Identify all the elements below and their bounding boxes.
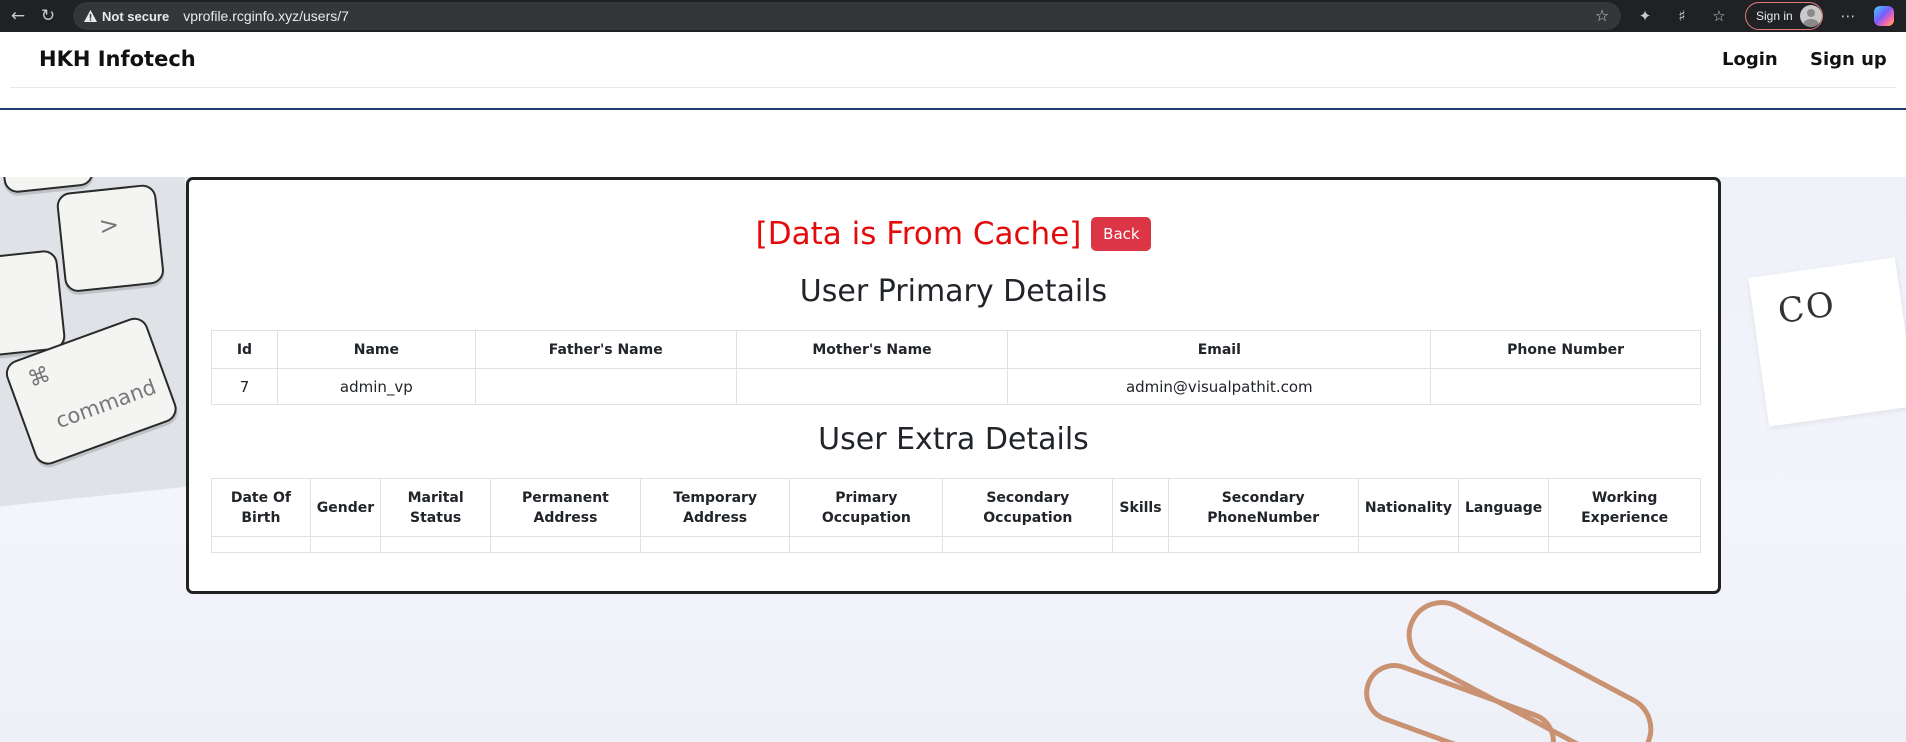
table-cell xyxy=(211,536,311,553)
url-text[interactable]: vprofile.rcginfo.xyz/users/7 xyxy=(183,8,349,24)
security-label[interactable]: Not secure xyxy=(102,9,169,24)
table-cell xyxy=(490,536,641,553)
col-header: Name xyxy=(276,330,476,369)
more-menu-icon[interactable]: ⋯ xyxy=(1837,5,1859,27)
profile-avatar-icon xyxy=(1799,5,1822,27)
col-header: Skills xyxy=(1112,478,1169,537)
table-cell xyxy=(1430,368,1701,405)
col-header: Language xyxy=(1457,478,1550,537)
primary-details-table: Id Name Father's Name Mother's Name Emai… xyxy=(211,330,1701,405)
login-link[interactable]: Login xyxy=(1722,49,1778,70)
navbar-divider xyxy=(10,87,1896,88)
keyboard-image: > < ⌘ command xyxy=(0,177,217,509)
extra-details-table: Date Of Birth Gender Marital Status Perm… xyxy=(211,478,1701,553)
col-header: Marital Status xyxy=(380,478,492,537)
back-button[interactable]: Back xyxy=(1091,217,1152,251)
back-arrow-icon[interactable]: ← xyxy=(6,4,30,28)
col-header: Mother's Name xyxy=(735,330,1009,369)
primary-details-title: User Primary Details xyxy=(799,274,1108,309)
col-header: Gender xyxy=(309,478,382,537)
col-header: Father's Name xyxy=(474,330,737,369)
col-header: Permanent Address xyxy=(490,478,641,537)
copilot-icon[interactable] xyxy=(1874,6,1894,26)
table-header-row: Date Of Birth Gender Marital Status Perm… xyxy=(211,478,1701,537)
table-row: 7 admin_vp admin@visualpathit.com xyxy=(211,368,1701,405)
address-bar[interactable]: Not secure vprofile.rcginfo.xyz/users/7 … xyxy=(73,2,1621,30)
reload-icon[interactable]: ↻ xyxy=(36,4,60,28)
table-cell xyxy=(1112,536,1169,553)
header-rule xyxy=(0,108,1906,110)
favorites-icon[interactable]: ☆ xyxy=(1708,5,1730,27)
table-cell xyxy=(1457,536,1550,553)
table-header-row: Id Name Father's Name Mother's Name Emai… xyxy=(211,330,1701,369)
col-header: Secondary Occupation xyxy=(942,478,1114,537)
user-details-card: [Data is From Cache] Back User Primary D… xyxy=(186,177,1721,594)
signup-link[interactable]: Sign up xyxy=(1810,49,1887,70)
site-navbar: HKH Infotech Login Sign up xyxy=(0,32,1906,88)
business-card-image: CO xyxy=(1748,257,1906,427)
col-header: Date Of Birth xyxy=(211,478,311,537)
warning-icon[interactable] xyxy=(83,9,97,23)
table-cell xyxy=(789,536,944,553)
table-cell xyxy=(1167,536,1359,553)
table-cell xyxy=(309,536,382,553)
table-cell: admin@visualpathit.com xyxy=(1007,368,1432,405)
table-row xyxy=(211,536,1701,553)
sign-in-button[interactable]: Sign in xyxy=(1745,2,1823,30)
browser-toolbar: ← ↻ Not secure vprofile.rcginfo.xyz/user… xyxy=(0,0,1906,32)
keyboard-key: > xyxy=(55,183,166,294)
table-cell: 7 xyxy=(211,368,278,405)
table-cell xyxy=(380,536,492,553)
col-header: Working Experience xyxy=(1548,478,1701,537)
brand-logo[interactable]: HKH Infotech xyxy=(39,47,196,71)
read-aloud-icon[interactable]: ♯ xyxy=(1671,5,1693,27)
col-header: Primary Occupation xyxy=(789,478,944,537)
col-header: Id xyxy=(211,330,278,369)
col-header: Secondary PhoneNumber xyxy=(1167,478,1359,537)
table-cell xyxy=(735,368,1009,405)
table-cell xyxy=(1357,536,1459,553)
col-header: Temporary Address xyxy=(639,478,791,537)
col-header: Nationality xyxy=(1357,478,1459,537)
table-cell xyxy=(474,368,737,405)
bookmark-star-icon[interactable]: ☆ xyxy=(1593,7,1611,25)
sign-in-label: Sign in xyxy=(1756,9,1793,23)
table-cell xyxy=(639,536,791,553)
col-header: Email xyxy=(1007,330,1432,369)
cache-status-title: [Data is From Cache] xyxy=(755,216,1082,252)
extra-details-title: User Extra Details xyxy=(818,422,1089,457)
col-header: Phone Number xyxy=(1430,330,1701,369)
table-cell xyxy=(942,536,1114,553)
table-cell xyxy=(1548,536,1701,553)
extensions-icon[interactable]: ✦ xyxy=(1634,5,1656,27)
keyboard-key: < xyxy=(0,249,67,359)
table-cell: admin_vp xyxy=(276,368,476,405)
